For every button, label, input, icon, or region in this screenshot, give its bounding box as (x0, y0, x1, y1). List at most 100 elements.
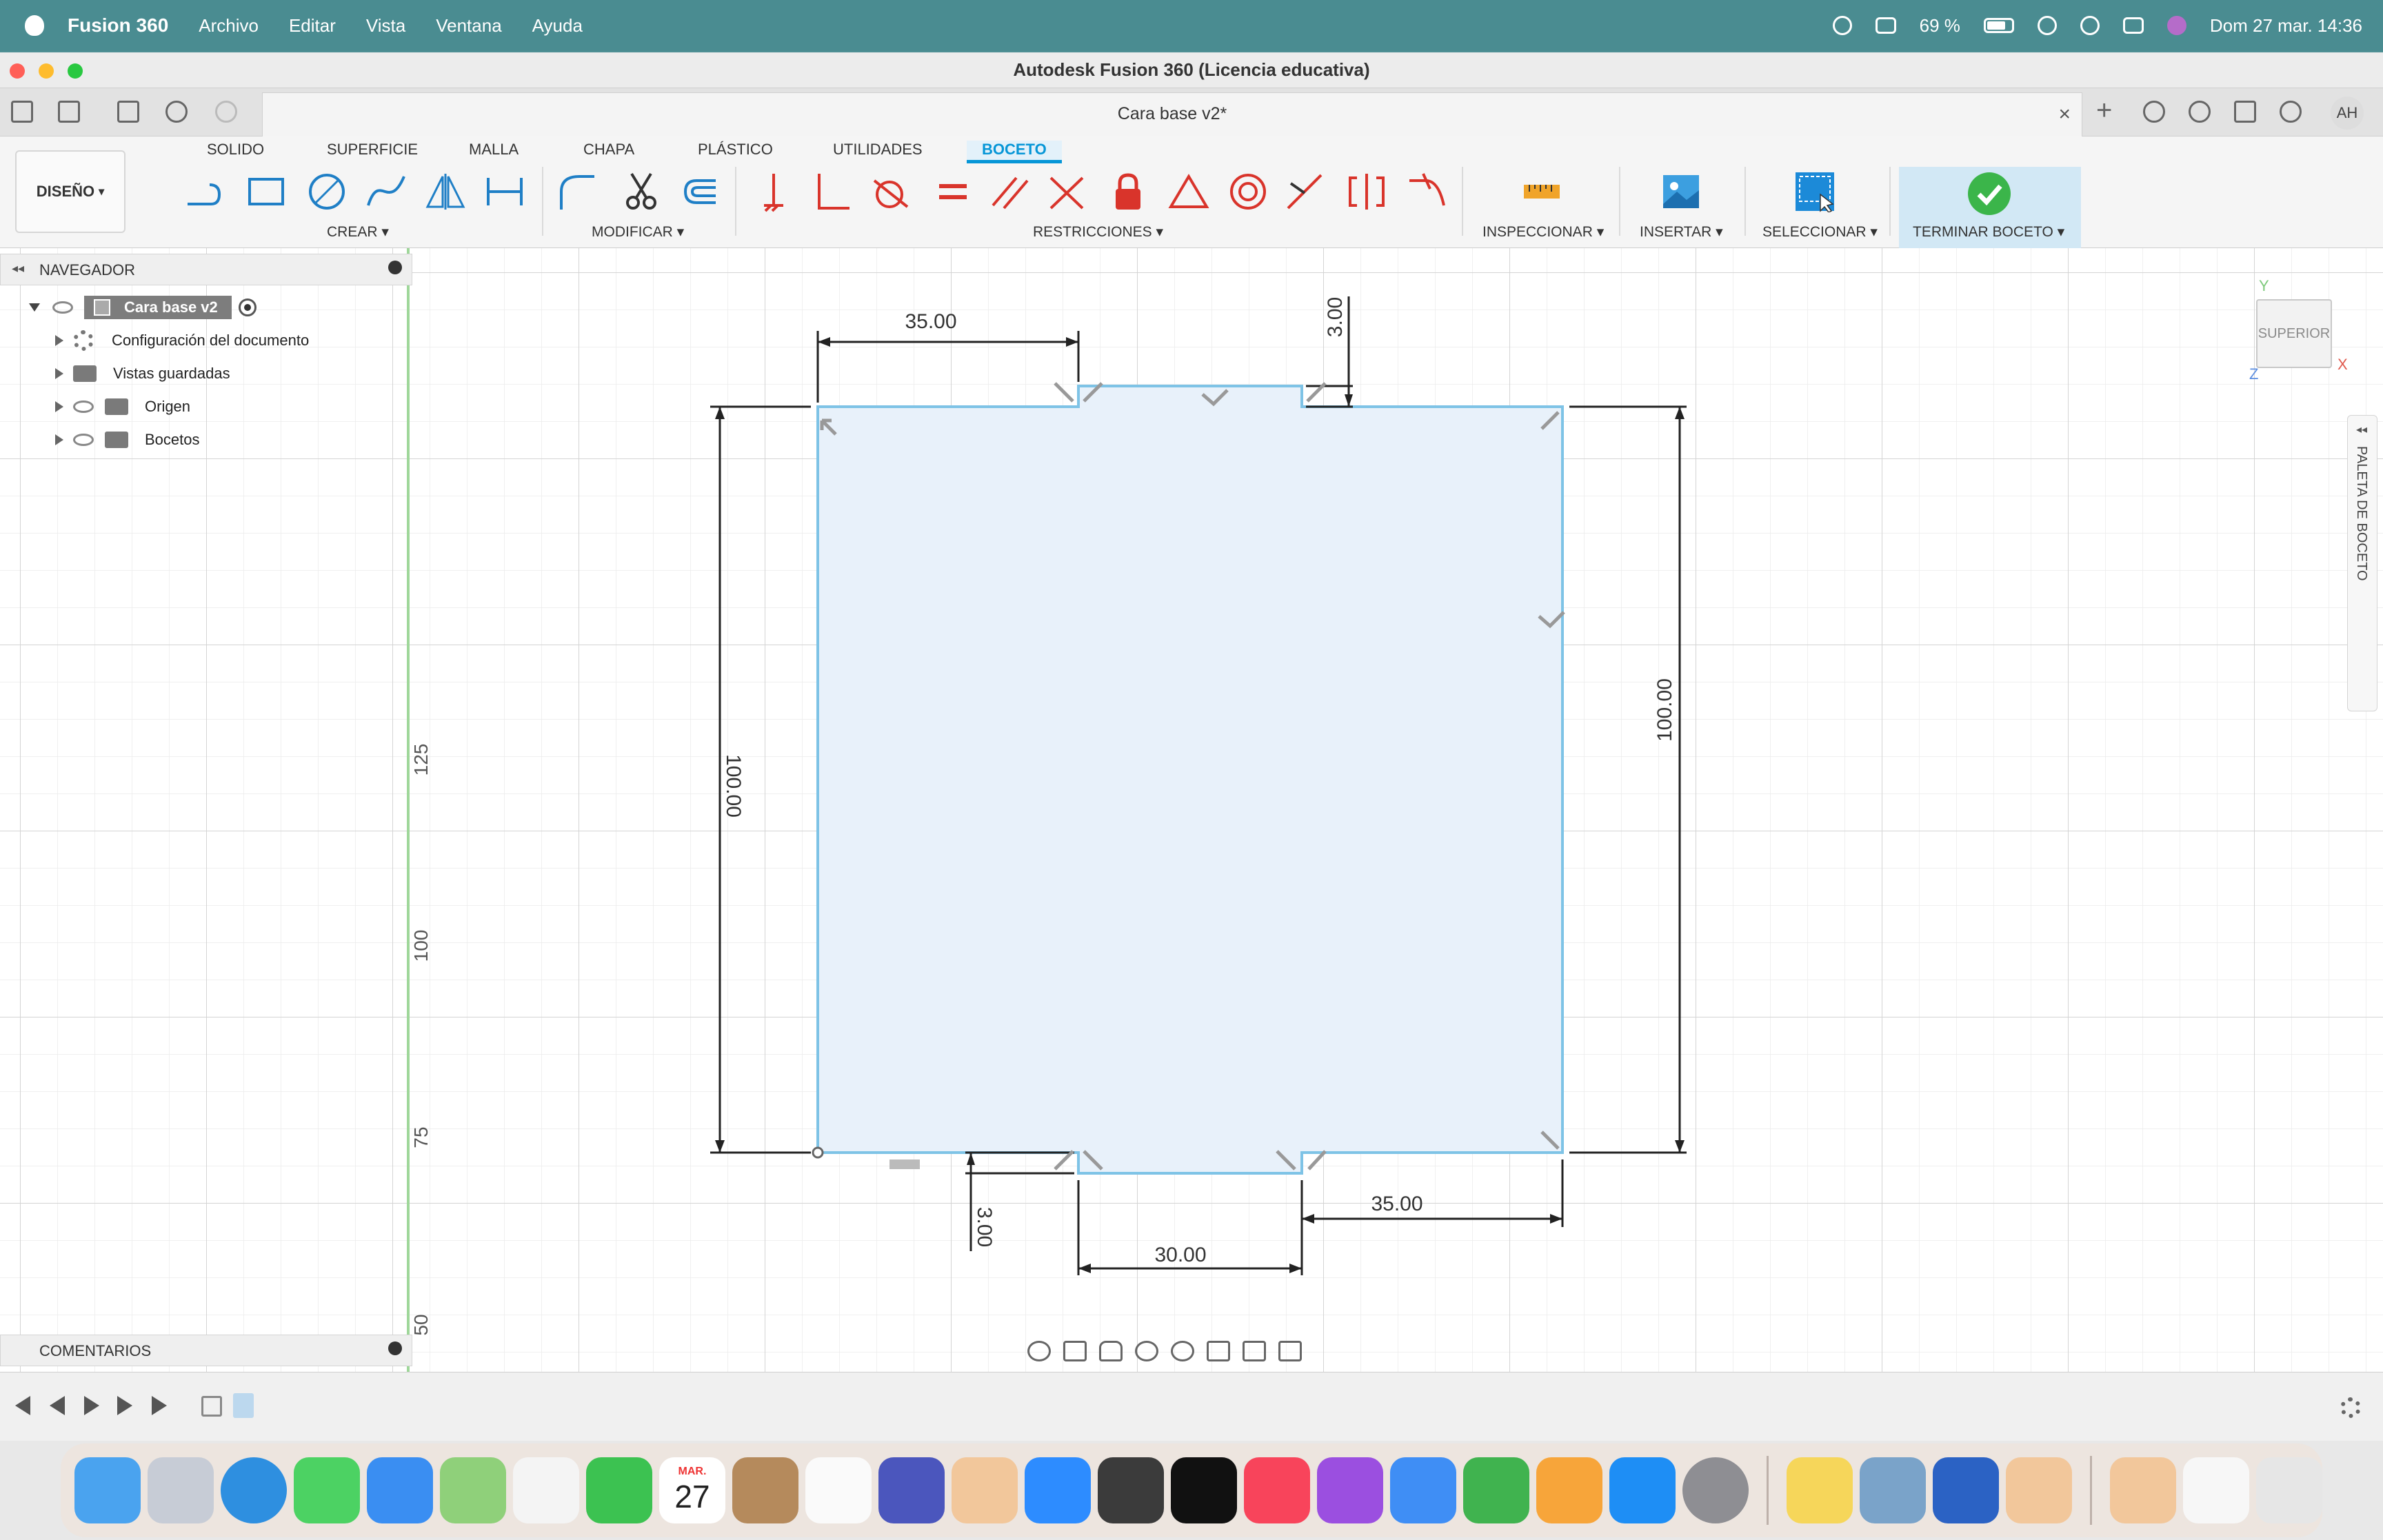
coincident-constraint-icon[interactable] (753, 171, 794, 212)
inspect-group-label[interactable]: INSPECCIONAR ▾ (1482, 223, 1604, 241)
tab-solido[interactable]: SOLIDO (207, 141, 264, 159)
system-preferences-icon[interactable] (1682, 1457, 1749, 1523)
dim-bottom-notch-depth[interactable]: 3.00 (973, 1207, 996, 1247)
notes-icon[interactable] (1787, 1457, 1853, 1523)
tree-item-sketches[interactable]: Bocetos (55, 426, 200, 454)
fusion-download-icon[interactable] (2110, 1457, 2176, 1523)
dim-bottom-right-width[interactable]: 35.00 (1371, 1193, 1422, 1215)
tangent-constraint-icon[interactable] (869, 171, 910, 212)
insert-image-icon[interactable] (1660, 171, 1702, 212)
menu-ayuda[interactable]: Ayuda (532, 15, 583, 37)
apple-icon[interactable] (25, 15, 44, 36)
look-at-icon[interactable] (1063, 1341, 1087, 1361)
zoom-icon[interactable] (1135, 1341, 1158, 1361)
midpoint-constraint-icon[interactable] (1284, 171, 1325, 212)
trash-icon[interactable] (2256, 1457, 2322, 1523)
notifications-bell-icon[interactable] (2234, 101, 2256, 123)
dim-right-height[interactable]: 100.00 (1653, 678, 1676, 742)
viewports-icon[interactable] (1278, 1341, 1302, 1361)
go-to-end-icon[interactable] (152, 1396, 167, 1415)
measure-ruler-icon[interactable] (1521, 171, 1562, 212)
control-center-icon[interactable] (2122, 17, 2144, 34)
timeline-marker-icon[interactable] (233, 1393, 254, 1418)
orbit-icon[interactable] (1027, 1341, 1051, 1361)
concentric-constraint-icon[interactable] (1227, 171, 1269, 212)
tab-plastico[interactable]: PLÁSTICO (698, 141, 773, 159)
spline-tool-icon[interactable] (365, 171, 407, 212)
activate-radio-icon[interactable] (238, 298, 257, 316)
add-comment-icon[interactable] (388, 1341, 402, 1355)
tree-root[interactable]: Cara base v2 (29, 294, 257, 321)
grid-settings-icon[interactable] (1243, 1341, 1266, 1361)
facetime-icon[interactable] (586, 1457, 652, 1523)
job-status-icon[interactable] (2189, 101, 2211, 123)
document-stack-icon[interactable] (2183, 1457, 2249, 1523)
messages-icon[interactable] (294, 1457, 360, 1523)
menu-vista[interactable]: Vista (366, 15, 405, 37)
screen-record-icon[interactable] (1832, 16, 1852, 35)
tab-boceto[interactable]: BOCETO (967, 141, 1062, 163)
symmetry-constraint-icon[interactable] (1346, 171, 1387, 212)
tab-utilidades[interactable]: UTILIDADES (833, 141, 923, 159)
tree-item-origin[interactable]: Origen (55, 393, 190, 421)
contacts-icon[interactable] (732, 1457, 798, 1523)
triangle-constraint-icon[interactable] (1168, 171, 1209, 212)
comments-header[interactable]: COMENTARIOS (0, 1335, 412, 1366)
teams-icon[interactable] (878, 1457, 945, 1523)
pages-icon[interactable] (1536, 1457, 1602, 1523)
safari-icon[interactable] (221, 1457, 287, 1523)
perpendicular-constraint-icon[interactable] (811, 171, 852, 212)
app-store-icon[interactable] (1609, 1457, 1676, 1523)
tree-item-document-settings[interactable]: Configuración del documento (55, 327, 309, 354)
constraints-group-label[interactable]: RESTRICCIONES ▾ (1033, 223, 1163, 241)
rectangle-tool-icon[interactable] (245, 171, 287, 212)
finder-icon[interactable] (74, 1457, 141, 1523)
visibility-eye-icon[interactable] (73, 401, 94, 413)
offset-tool-icon[interactable] (678, 171, 720, 212)
workspace-switcher[interactable]: DISEÑO ▾ (15, 150, 125, 233)
dim-top-notch-depth[interactable]: 3.00 (1324, 297, 1347, 337)
browser-options-icon[interactable] (388, 261, 402, 274)
expand-root-icon[interactable] (29, 303, 40, 312)
browser-header[interactable]: ◂◂ NAVEGADOR (0, 254, 412, 285)
save-icon[interactable] (117, 101, 139, 123)
expand-triangle-icon[interactable] (55, 401, 63, 412)
timeline-settings-gear-icon[interactable] (2340, 1397, 2361, 1418)
user-avatar[interactable]: AH (2331, 97, 2364, 130)
display-settings-icon[interactable] (1207, 1341, 1230, 1361)
redo-icon[interactable] (215, 101, 237, 123)
mail-icon[interactable] (367, 1457, 433, 1523)
origin-point[interactable] (812, 1146, 824, 1159)
timeline-sketch-feature-icon[interactable] (201, 1396, 222, 1417)
tree-item-saved-views[interactable]: Vistas guardadas (55, 360, 230, 387)
sketch-profile[interactable] (816, 385, 1564, 1175)
sketch-dimension-icon[interactable] (484, 171, 525, 212)
dim-left-height[interactable]: 100.00 (722, 754, 745, 818)
play-icon[interactable] (84, 1396, 99, 1415)
reminders-icon[interactable] (805, 1457, 872, 1523)
menu-archivo[interactable]: Archivo (199, 15, 259, 37)
word-icon[interactable] (1933, 1457, 1999, 1523)
help-icon[interactable] (2280, 101, 2302, 123)
expand-triangle-icon[interactable] (55, 335, 63, 346)
equal-constraint-icon[interactable] (932, 171, 974, 212)
select-cursor-icon[interactable] (1794, 171, 1836, 212)
parallel-constraint-icon[interactable] (989, 171, 1030, 212)
circle-tool-icon[interactable] (306, 171, 348, 212)
volume-icon[interactable] (1875, 17, 1896, 34)
fillet-tool-icon[interactable] (556, 171, 597, 212)
data-panel-grid-icon[interactable] (11, 101, 33, 123)
zoom-window-icon[interactable] (1171, 1341, 1194, 1361)
undo-icon[interactable] (165, 101, 188, 123)
dim-bottom-middle-width[interactable]: 30.00 (1154, 1244, 1206, 1266)
close-tab-icon[interactable]: × (2058, 103, 2071, 126)
fusion-360-icon[interactable] (952, 1457, 1018, 1523)
collapse-browser-icon[interactable]: ◂◂ (12, 261, 24, 276)
insert-group-label[interactable]: INSERTAR ▾ (1640, 223, 1723, 241)
music-icon[interactable] (1244, 1457, 1310, 1523)
tree-root-label[interactable]: Cara base v2 (84, 296, 232, 319)
zoom-app-icon[interactable] (1025, 1457, 1091, 1523)
select-group-label[interactable]: SELECCIONAR ▾ (1762, 223, 1878, 241)
fusion-360-recent-icon[interactable] (2006, 1457, 2072, 1523)
step-forward-icon[interactable] (117, 1396, 132, 1415)
